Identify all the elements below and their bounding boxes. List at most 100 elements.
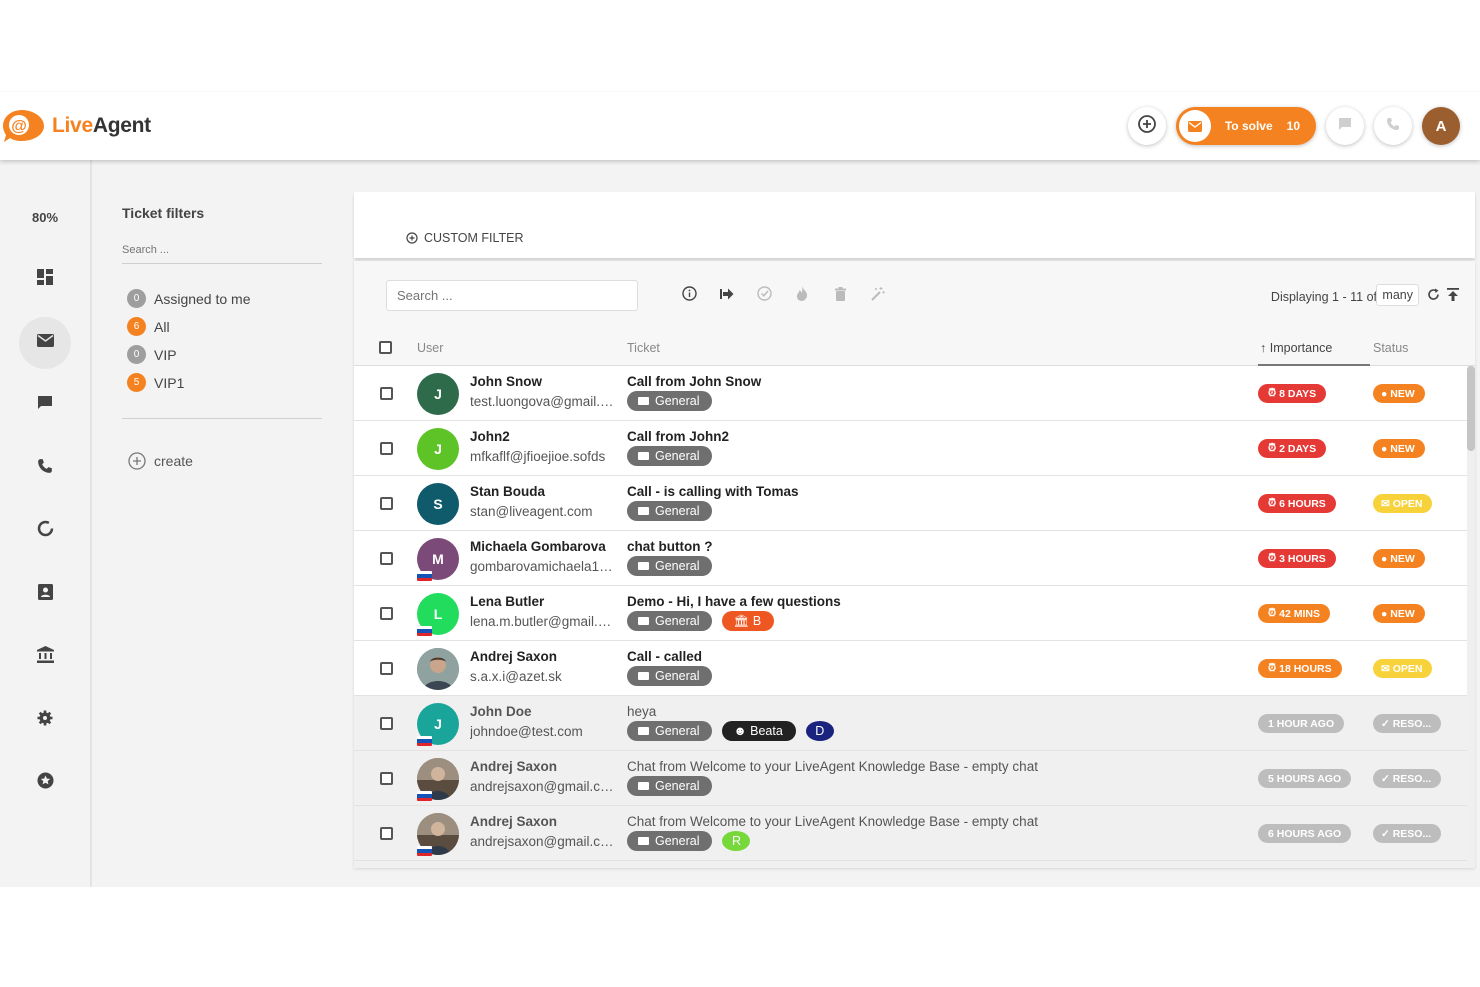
new-dot-icon: ●	[1381, 442, 1391, 455]
row-checkbox[interactable]	[380, 552, 393, 565]
nav-knowledge-base[interactable]	[19, 631, 71, 683]
select-all-checkbox[interactable]	[379, 341, 392, 354]
folder-icon	[638, 617, 649, 625]
status-label: OPEN	[1392, 497, 1423, 510]
ticket-row[interactable]: J John2 mfkaflf@jfioejioe.sofds Call fro…	[354, 421, 1467, 476]
importance-badge: 5 HOURS AGO	[1258, 769, 1352, 788]
check-circle-icon: ✓	[1381, 772, 1393, 785]
importance-label: 2 DAYS	[1279, 442, 1317, 455]
nav-reports[interactable]	[19, 505, 71, 557]
top-header: @ LiveAgent To solve 10 A	[0, 92, 1480, 160]
ticket-row[interactable]: Andrej Saxon s.a.x.i@azet.sk Call - call…	[354, 641, 1467, 696]
ticket-row-partial[interactable]	[354, 861, 1467, 868]
scroll-top-button[interactable]	[1444, 288, 1462, 306]
spam-button[interactable]	[793, 286, 811, 305]
ticket-subject[interactable]: heya	[627, 704, 656, 719]
ticket-filters-panel: Ticket filters 0 Assigned to me 6 All 0 …	[92, 160, 354, 887]
user-avatar[interactable]: A	[1422, 107, 1460, 145]
importance-badge: 1 HOUR AGO	[1258, 714, 1345, 733]
slovakia-flag-icon	[417, 571, 432, 581]
user-name: Stan Bouda	[470, 484, 546, 499]
ticket-subject[interactable]: Call - called	[627, 649, 702, 664]
ticket-row[interactable]: M Michaela Gombarova gombarovamichaela1@…	[354, 531, 1467, 586]
ticket-row[interactable]: S Stan Bouda stan@liveagent.com Call - i…	[354, 476, 1467, 531]
ticket-row[interactable]: J John Snow test.luongova@gmail.com Call…	[354, 366, 1467, 421]
row-checkbox[interactable]	[380, 717, 393, 730]
row-checkbox[interactable]	[380, 827, 393, 840]
column-ticket[interactable]: Ticket	[627, 341, 660, 355]
department-label: General	[655, 724, 700, 738]
filter-vip[interactable]: 0 VIP	[127, 345, 177, 364]
importance-label: 3 HOURS	[1279, 552, 1326, 565]
row-checkbox[interactable]	[380, 442, 393, 455]
phone-button[interactable]	[1374, 107, 1412, 145]
status-label: NEW	[1390, 387, 1415, 400]
agent-tag-label: Beata	[750, 724, 783, 738]
ticket-search-input[interactable]	[386, 280, 638, 311]
ticket-row[interactable]: Andrej Saxon andrejsaxon@gmail.com Chat …	[354, 751, 1467, 806]
folder-icon	[638, 672, 649, 680]
column-importance[interactable]: ↑ Importance	[1258, 331, 1370, 366]
plus-circle-icon	[128, 452, 146, 470]
nav-chats[interactable]	[19, 379, 71, 431]
filters-search-input[interactable]	[122, 236, 322, 264]
ticket-subject[interactable]: Call from John Snow	[627, 374, 761, 389]
ticket-row[interactable]: Andrej Saxon andrejsaxon@gmail.com Chat …	[354, 806, 1467, 861]
filter-vip1[interactable]: 5 VIP1	[127, 373, 184, 392]
column-importance-label: Importance	[1269, 341, 1333, 355]
ticket-row[interactable]: J John Doe johndoe@test.com heya General…	[354, 696, 1467, 751]
row-checkbox[interactable]	[380, 497, 393, 510]
ticket-subject[interactable]: Chat from Welcome to your LiveAgent Know…	[627, 814, 1038, 829]
avatar: J	[417, 428, 459, 470]
magic-wand-icon	[871, 286, 885, 306]
slovakia-flag-icon	[417, 791, 432, 801]
ticket-subject[interactable]: Chat from Welcome to your LiveAgent Know…	[627, 759, 1038, 774]
transfer-button[interactable]	[718, 287, 736, 305]
availability-percent[interactable]: 80%	[32, 210, 58, 225]
page-count-select[interactable]: many	[1376, 284, 1419, 306]
row-checkbox[interactable]	[380, 662, 393, 675]
create-filter-button[interactable]: create	[128, 452, 193, 470]
department-label: General	[655, 779, 700, 793]
nav-dashboard[interactable]	[19, 253, 71, 305]
row-checkbox[interactable]	[380, 772, 393, 785]
row-checkbox[interactable]	[380, 387, 393, 400]
column-status[interactable]: Status	[1373, 341, 1408, 355]
info-button[interactable]	[680, 286, 698, 305]
to-solve-button[interactable]: To solve 10	[1175, 107, 1316, 145]
importance-badge: ⏰︎ 3 HOURS	[1258, 549, 1336, 568]
folder-icon	[638, 727, 649, 735]
importance-badge: ⏰︎ 2 DAYS	[1258, 439, 1327, 458]
list-scrollbar-thumb[interactable]	[1467, 366, 1475, 451]
department-tag: General	[627, 721, 713, 741]
ticket-subject[interactable]: Call - is calling with Tomas	[627, 484, 799, 499]
department-tag: General	[627, 556, 713, 576]
nav-calls[interactable]	[19, 442, 71, 494]
row-checkbox[interactable]	[380, 607, 393, 620]
ticket-tags: General	[627, 501, 713, 521]
filter-all[interactable]: 6 All	[127, 317, 170, 336]
ticket-subject[interactable]: Call from John2	[627, 429, 729, 444]
user-email: andrejsaxon@gmail.com	[470, 834, 615, 849]
refresh-button[interactable]	[1424, 288, 1442, 306]
custom-filter-button[interactable]: CUSTOM FILTER	[406, 231, 524, 245]
ticket-subject[interactable]: chat button ?	[627, 539, 712, 554]
magic-button[interactable]	[869, 286, 887, 306]
nav-settings[interactable]	[19, 694, 71, 746]
department-label: General	[655, 614, 700, 628]
contacts-icon	[37, 583, 53, 606]
filter-assigned-to-me[interactable]: 0 Assigned to me	[127, 289, 251, 308]
filter-count-badge: 0	[127, 345, 146, 364]
ticket-row[interactable]: L Lena Butler lena.m.butler@gmail.com De…	[354, 586, 1467, 641]
alarm-clock-icon: ⏰︎	[1268, 662, 1280, 674]
chat-button[interactable]	[1326, 107, 1364, 145]
column-user[interactable]: User	[417, 341, 443, 355]
delete-button[interactable]	[831, 286, 849, 305]
resolve-button[interactable]	[755, 286, 773, 305]
app-logo[interactable]: @ LiveAgent	[2, 108, 151, 144]
nav-contacts[interactable]	[19, 568, 71, 620]
add-button[interactable]	[1127, 107, 1166, 145]
nav-plugins[interactable]	[19, 757, 71, 809]
nav-tickets[interactable]	[19, 317, 71, 369]
ticket-subject[interactable]: Demo - Hi, I have a few questions	[627, 594, 841, 609]
